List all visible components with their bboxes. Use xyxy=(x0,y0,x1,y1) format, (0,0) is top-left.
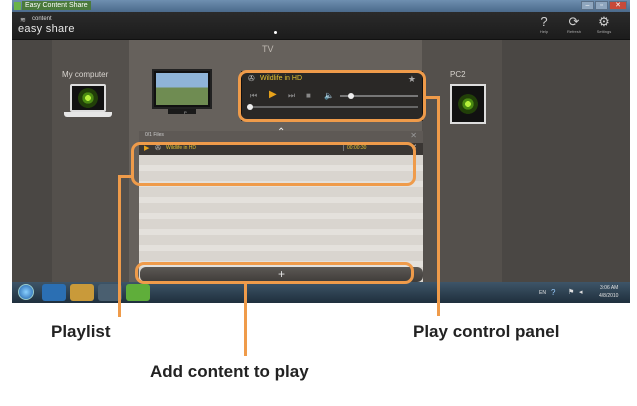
add-content-highlight xyxy=(135,262,414,284)
windows-taskbar: EN ? ⚑ ◂ 3:06 AM 4/8/2010 xyxy=(12,282,630,303)
logo-subtitle: content xyxy=(32,16,52,22)
help-tray-icon[interactable]: ? xyxy=(551,288,555,297)
window-controls: – ▫ ✕ xyxy=(581,1,627,10)
playlist-file-count: 0/1 Files xyxy=(145,132,164,138)
refresh-button[interactable]: ⟳ Refresh xyxy=(563,14,585,35)
minimize-button[interactable]: – xyxy=(581,1,594,10)
folder-taskbar-icon[interactable] xyxy=(70,284,94,301)
flag-tray-icon[interactable]: ⚑ xyxy=(568,288,574,296)
tv-device[interactable] xyxy=(152,69,212,109)
play-control-leader xyxy=(437,96,440,316)
play-control-caption: Play control panel xyxy=(413,322,560,341)
help-button[interactable]: ? Help xyxy=(533,14,555,35)
play-control-highlight xyxy=(238,70,426,122)
browser-taskbar-icon[interactable] xyxy=(42,284,66,301)
window-title: Easy Content Share xyxy=(22,1,91,10)
start-button[interactable] xyxy=(18,284,34,300)
signal-icon xyxy=(458,94,478,114)
playlist-empty-row xyxy=(139,245,423,251)
playlist-leader xyxy=(118,175,121,317)
playlist-caption: Playlist xyxy=(51,322,111,341)
pc2-device[interactable] xyxy=(450,84,486,124)
clock-time: 3:06 AM xyxy=(600,285,619,291)
volume-tray-icon[interactable]: ◂ xyxy=(579,288,583,296)
clear-playlist-icon[interactable]: ✕ xyxy=(410,131,417,140)
close-button[interactable]: ✕ xyxy=(609,1,627,10)
help-icon: ? xyxy=(540,14,548,29)
playlist-highlight xyxy=(131,142,416,186)
refresh-icon: ⟳ xyxy=(568,14,580,29)
add-content-leader xyxy=(244,284,247,356)
tv-caption: P xyxy=(184,110,187,115)
tv-device-label: TV xyxy=(262,44,274,54)
easy-share-taskbar-icon[interactable] xyxy=(126,284,150,301)
app-icon xyxy=(14,2,21,10)
tv-stand xyxy=(168,109,196,114)
laptop-base xyxy=(64,112,112,117)
help-label: Help xyxy=(539,29,549,34)
window-titlebar: Easy Content Share – ▫ ✕ xyxy=(12,0,630,12)
tv-thumbnail xyxy=(156,73,208,105)
playlist-empty-row xyxy=(139,197,423,203)
app-header: ≋ content easy share ? Help ⟳ Refresh ⚙ … xyxy=(12,12,630,40)
pc2-label: PC2 xyxy=(450,70,466,79)
maximize-button[interactable]: ▫ xyxy=(595,1,608,10)
my-computer-device[interactable] xyxy=(70,84,106,112)
gear-icon: ⚙ xyxy=(598,14,610,29)
playlist-empty-row xyxy=(139,229,423,235)
playlist-empty-row xyxy=(139,213,423,219)
page-indicator-dot xyxy=(274,31,277,34)
my-computer-label: My computer xyxy=(62,70,109,79)
settings-button[interactable]: ⚙ Settings xyxy=(593,14,615,35)
language-indicator[interactable]: EN xyxy=(539,290,546,296)
add-content-caption: Add content to play xyxy=(150,362,309,381)
collapse-caret-icon[interactable]: ⌃ xyxy=(277,127,285,138)
settings-label: Settings xyxy=(596,29,612,34)
app-logo: easy share xyxy=(18,23,75,35)
refresh-label: Refresh xyxy=(566,29,581,34)
signal-icon xyxy=(78,88,98,108)
clock-date: 4/8/2010 xyxy=(599,293,619,299)
